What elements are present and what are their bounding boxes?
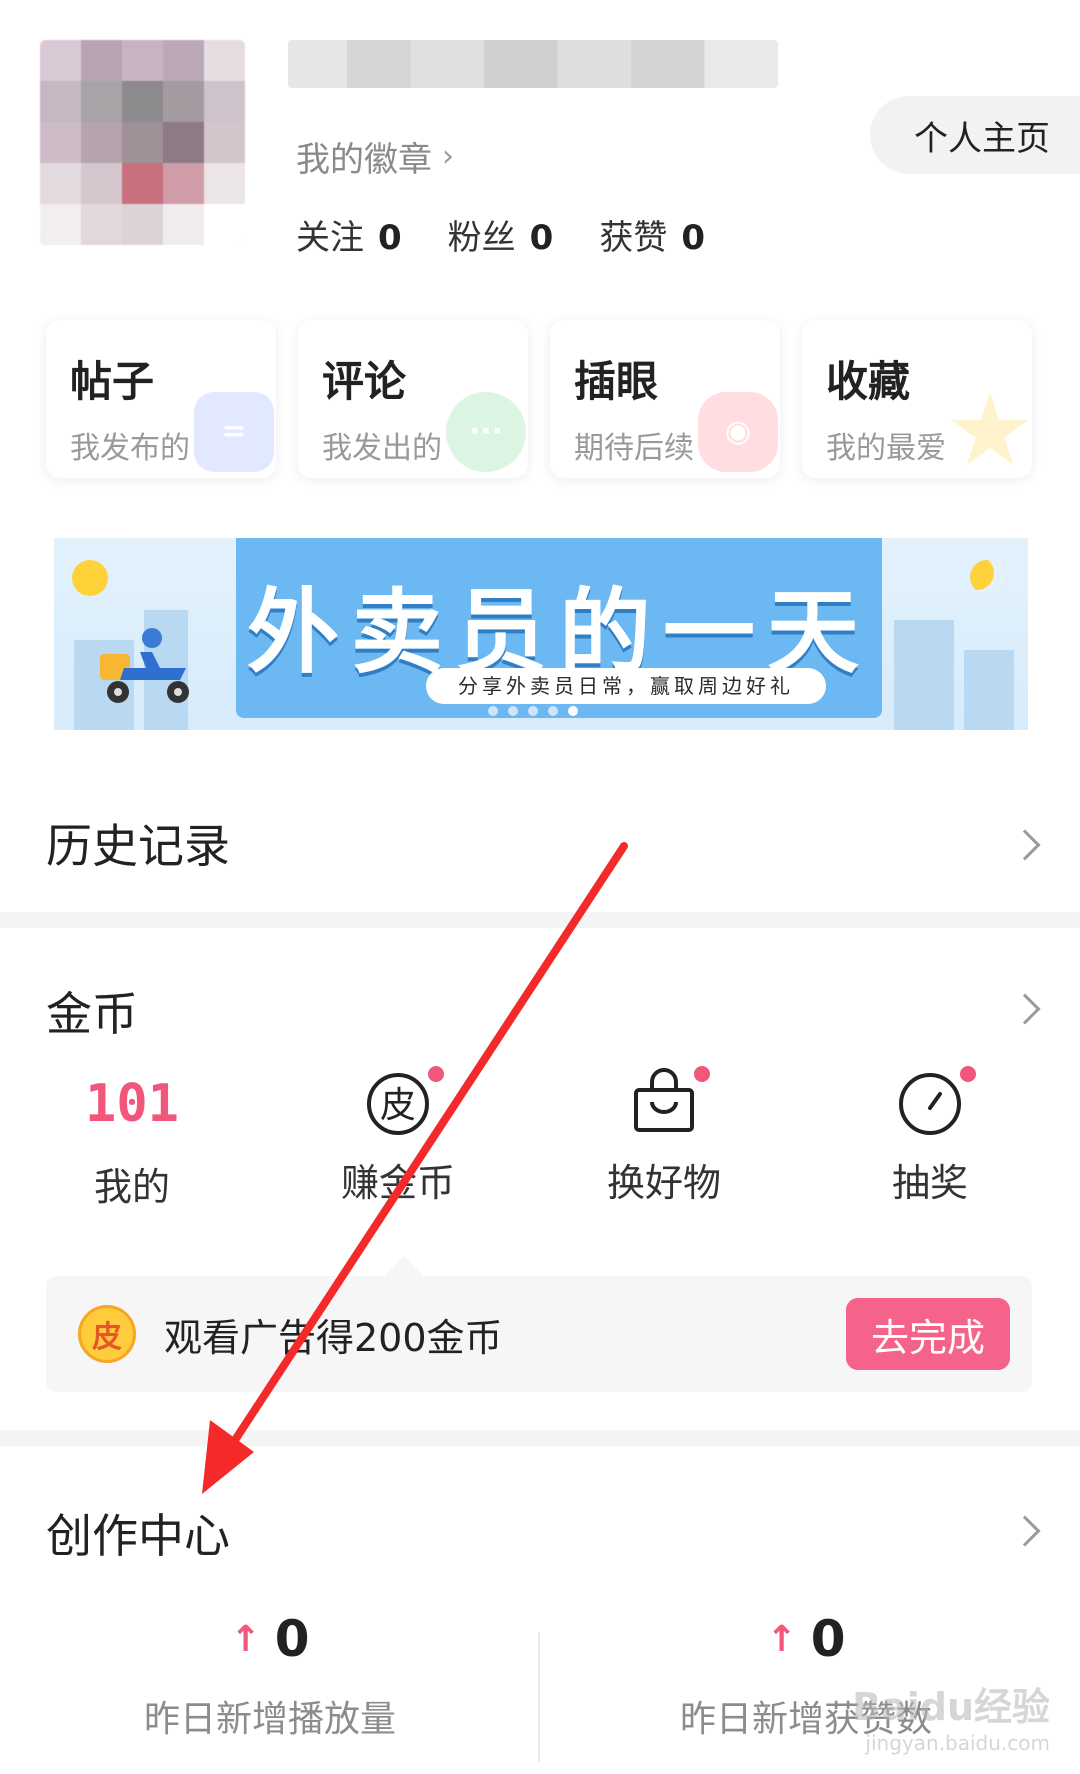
redeem-goods[interactable]: 换好物 (564, 1066, 764, 1207)
stat-following-value: 0 (378, 218, 402, 258)
moon-icon (970, 560, 1004, 594)
plays-value: 0 (274, 1610, 310, 1668)
stat-following[interactable]: 关注 0 (296, 210, 402, 259)
my-badges-label: 我的徽章 (296, 140, 432, 180)
creator-center-title: 创作中心 (46, 1509, 230, 1563)
section-divider (0, 912, 1080, 928)
stat-following-label: 关注 (296, 218, 364, 258)
banner-tagline: 分享外卖员日常，赢取周边好礼 (426, 668, 826, 704)
coins-balance: 101 (85, 1074, 179, 1134)
profile-stats: 关注 0 粉丝 0 获赞 0 (296, 210, 705, 259)
card-favorites-title: 收藏 (826, 357, 911, 406)
plays-stat[interactable]: ↑ 0 昨日新增播放量 (70, 1610, 470, 1742)
coins-grid: 101 我的 皮 赚金币 换好物 抽奖 (0, 1066, 1080, 1238)
chevron-right-icon (1009, 993, 1041, 1025)
coin-task-text: 观看广告得200金币 (164, 1315, 503, 1360)
stat-likes[interactable]: 获赞 0 (599, 210, 705, 259)
comment-icon: ··· (446, 392, 526, 472)
pager-dot-active[interactable] (568, 706, 578, 716)
chevron-right-icon (1009, 829, 1041, 861)
watermark-url: jingyan.baidu.com (865, 1731, 1050, 1755)
earn-coins-label: 赚金币 (340, 1161, 455, 1205)
earn-coins[interactable]: 皮 赚金币 (298, 1066, 498, 1207)
quick-cards: 帖子 我发布的 = 评论 我发出的 ··· 插眼 期待后续 ◉ 收藏 我的最爱 (46, 320, 1032, 478)
coin-task-bar: 皮 观看广告得200金币 去完成 (46, 1276, 1032, 1392)
stat-followers[interactable]: 粉丝 0 (448, 210, 554, 259)
card-watch-later[interactable]: 插眼 期待后续 ◉ (550, 320, 780, 478)
sun-icon (72, 560, 108, 596)
notification-dot (694, 1066, 710, 1082)
coins-title: 金币 (46, 987, 138, 1041)
card-comments[interactable]: 评论 我发出的 ··· (298, 320, 528, 478)
my-badges-link[interactable]: 我的徽章 › (296, 132, 454, 181)
shopping-bag-icon (630, 1066, 710, 1136)
pi-coin-icon: 皮 (78, 1305, 136, 1363)
stat-divider (538, 1632, 540, 1762)
section-divider (0, 1430, 1080, 1446)
eye-icon: ◉ (698, 392, 778, 472)
lottery-label: 抽奖 (891, 1161, 968, 1205)
notification-dot (960, 1066, 976, 1082)
pager-dot[interactable] (488, 706, 498, 716)
notification-dot (428, 1066, 444, 1082)
plays-label: 昨日新增播放量 (143, 1699, 396, 1740)
stat-likes-value: 0 (681, 218, 706, 258)
pager-dot[interactable] (528, 706, 538, 716)
pager-dot[interactable] (548, 706, 558, 716)
creator-center-header[interactable]: 创作中心 (0, 1484, 1080, 1574)
baidu-watermark: Baidu经验 jingyan.baidu.com (852, 1676, 1050, 1755)
coins-mine-label: 我的 (93, 1165, 170, 1209)
arrow-up-icon: ↑ (766, 1618, 797, 1660)
redeem-goods-label: 换好物 (606, 1161, 721, 1205)
banner-pager (488, 706, 578, 716)
chevron-right-icon: › (442, 139, 454, 174)
promo-banner[interactable]: 外卖员的一天 分享外卖员日常，赢取周边好礼 (54, 538, 1028, 730)
username-pixelated (288, 40, 778, 88)
likes-value: 0 (810, 1610, 846, 1668)
post-icon: = (194, 392, 274, 472)
personal-homepage-button[interactable]: 个人主页 (870, 96, 1080, 174)
banner-panel: 外卖员的一天 分享外卖员日常，赢取周边好礼 (236, 538, 882, 718)
lottery[interactable]: 抽奖 (830, 1066, 1030, 1207)
stat-likes-label: 获赞 (599, 218, 668, 258)
go-complete-button[interactable]: 去完成 (846, 1298, 1010, 1370)
pi-coin-icon: 皮 (364, 1066, 444, 1136)
delivery-scooter-icon (100, 628, 189, 703)
pager-dot[interactable] (508, 706, 518, 716)
chevron-right-icon (1009, 1515, 1041, 1547)
stat-followers-label: 粉丝 (447, 218, 516, 258)
coins-mine[interactable]: 101 我的 (32, 1068, 232, 1211)
svg-text:皮: 皮 (380, 1085, 416, 1126)
card-posts[interactable]: 帖子 我发布的 = (46, 320, 276, 478)
dial-icon (896, 1066, 976, 1136)
history-title: 历史记录 (46, 819, 230, 873)
stat-followers-value: 0 (529, 218, 554, 258)
history-row[interactable]: 历史记录 (0, 790, 1080, 900)
coins-header[interactable]: 金币 (0, 960, 1080, 1050)
watermark-brand: Baidu经验 (852, 1685, 1050, 1729)
arrow-up-icon: ↑ (230, 1618, 261, 1660)
card-favorites[interactable]: 收藏 我的最爱 (802, 320, 1032, 478)
avatar-pixelated[interactable] (40, 40, 245, 245)
